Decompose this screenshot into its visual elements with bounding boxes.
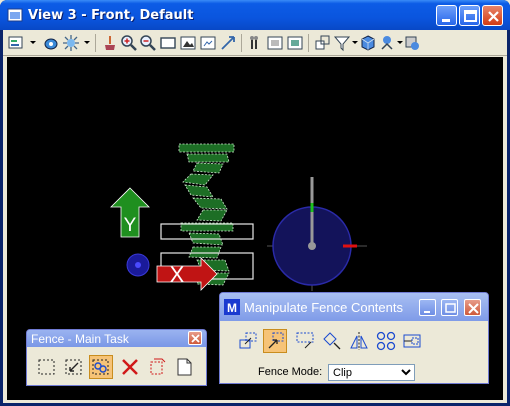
camera-settings-icon[interactable] (379, 34, 397, 52)
fit-view-icon[interactable] (179, 34, 197, 52)
rotate-fence-icon[interactable] (321, 330, 343, 352)
fence-mode-select[interactable]: Clip (328, 364, 415, 381)
stretch-fence-icon[interactable] (401, 330, 423, 352)
manipulate-titlebar[interactable]: M Manipulate Fence Contents (220, 293, 488, 321)
axis-x-label: X (170, 262, 185, 287)
mirror-fence-icon[interactable] (348, 330, 370, 352)
manipulate-title: Manipulate Fence Contents (244, 300, 403, 315)
clip-volume-icon[interactable] (314, 34, 332, 52)
maximize-icon (445, 303, 456, 313)
close-icon (468, 303, 479, 314)
fence-main-titlebar[interactable]: Fence - Main Task (27, 330, 206, 347)
view-next-icon[interactable] (266, 34, 284, 52)
drop-fence-icon[interactable] (146, 356, 168, 378)
manipulate-minimize-button[interactable] (419, 299, 436, 316)
zoom-out-icon[interactable] (139, 34, 157, 52)
view-previous-icon[interactable] (247, 34, 265, 52)
copy-fence-icon[interactable] (237, 330, 259, 352)
change-view-perspective-icon[interactable] (403, 34, 421, 52)
place-fence-icon[interactable] (36, 356, 58, 378)
close-button[interactable] (482, 5, 503, 26)
separator (241, 34, 242, 52)
array-fence-icon[interactable] (375, 330, 397, 352)
update-view-icon[interactable] (101, 34, 119, 52)
fence-main-title: Fence - Main Task (31, 332, 129, 346)
minimize-icon (424, 311, 430, 313)
title-bar[interactable]: View 3 - Front, Default (0, 0, 510, 30)
dropdown-arrow-icon[interactable] (30, 41, 36, 44)
manipulate-maximize-button[interactable] (441, 299, 458, 316)
view-attributes-icon[interactable] (8, 34, 26, 52)
microstation-app-icon: M (224, 299, 240, 315)
view-rotation-sphere[interactable] (267, 177, 367, 291)
svg-text:M: M (227, 301, 237, 315)
zoom-in-icon[interactable] (120, 34, 138, 52)
fence-main-close-button[interactable] (188, 331, 202, 345)
window-title: View 3 - Front, Default (28, 8, 194, 23)
manipulate-fence-contents-icon (92, 359, 109, 375)
clip-mask-icon[interactable] (333, 34, 351, 52)
display-style-icon[interactable] (43, 34, 61, 52)
rotate-view-icon[interactable] (199, 34, 217, 52)
minimize-button[interactable] (436, 5, 457, 26)
dropdown-arrow-icon[interactable] (352, 41, 358, 44)
window-area-icon[interactable] (159, 34, 177, 52)
view-window-icon[interactable] (7, 7, 23, 23)
manipulate-fence-contents-button[interactable] (89, 355, 113, 379)
fence-main-task-window: Fence - Main Task (26, 329, 207, 386)
separator (308, 34, 309, 52)
file-fence-icon[interactable] (173, 356, 195, 378)
move-fence-button[interactable] (263, 329, 287, 353)
standard-views-icon[interactable] (359, 34, 377, 52)
separator (95, 34, 96, 52)
minimize-icon (442, 19, 450, 22)
close-icon (191, 334, 200, 343)
close-icon (488, 11, 499, 22)
move-fence-icon (268, 332, 284, 349)
maximize-button[interactable] (459, 5, 480, 26)
axis-y-label: Y (124, 215, 137, 236)
delete-fence-contents-icon[interactable] (119, 356, 141, 378)
copy-view-icon[interactable] (286, 34, 304, 52)
manipulate-close-button[interactable] (464, 299, 481, 316)
lighting-icon[interactable] (62, 34, 80, 52)
modify-fence-icon[interactable] (63, 356, 85, 378)
pan-view-icon[interactable] (219, 34, 237, 52)
manipulate-fence-contents-window: M Manipulate Fence Contents Fence Mode: … (219, 292, 489, 384)
maximize-icon (464, 10, 477, 22)
dropdown-arrow-icon[interactable] (84, 41, 90, 44)
fence-mode-label: Fence Mode: (258, 366, 323, 378)
view-toolbar (3, 30, 507, 56)
scale-fence-icon[interactable] (295, 330, 317, 352)
